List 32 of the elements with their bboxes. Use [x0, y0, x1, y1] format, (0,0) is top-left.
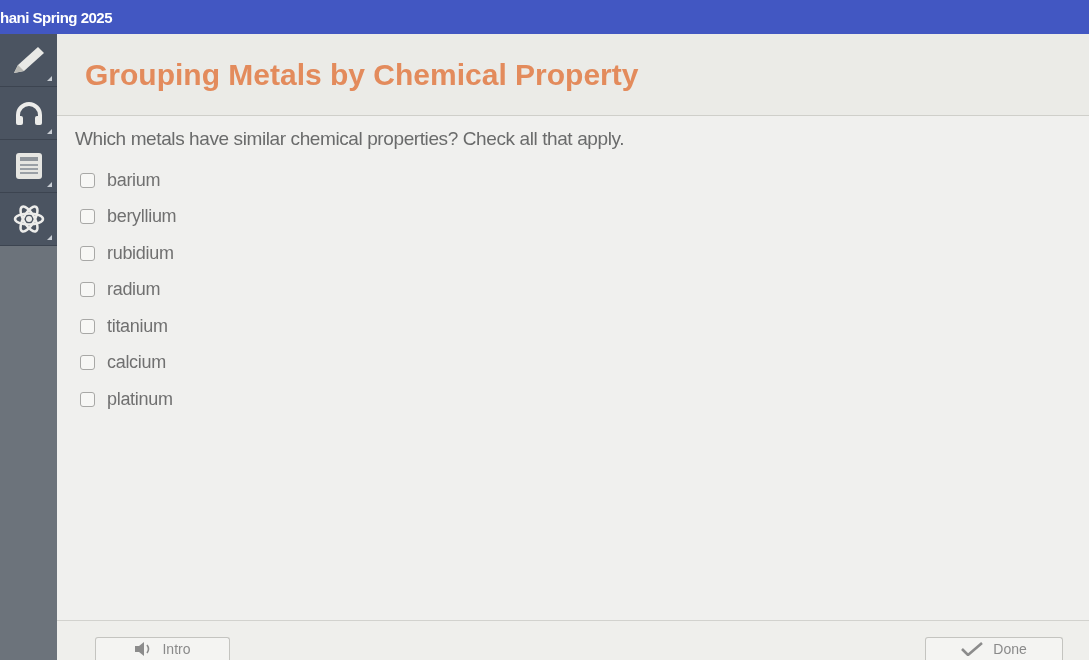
option-label: radium	[107, 278, 161, 302]
checkbox[interactable]	[80, 172, 95, 188]
checkbox[interactable]	[80, 318, 95, 334]
corner-triangle-icon	[47, 129, 52, 134]
option-label: titanium	[107, 314, 168, 338]
option-label: calcium	[107, 351, 166, 375]
corner-triangle-icon	[47, 182, 52, 187]
option-label: barium	[107, 168, 161, 192]
done-button[interactable]: Done	[925, 637, 1063, 660]
option-label: rubidium	[107, 241, 174, 265]
intro-button[interactable]: Intro	[95, 637, 230, 660]
course-title: hani Spring 2025	[0, 9, 113, 25]
check-icon	[961, 642, 984, 656]
headphones-tool-button[interactable]	[0, 87, 57, 140]
headphones-icon	[13, 101, 44, 125]
checkbox[interactable]	[80, 282, 95, 298]
atom-tool-button[interactable]	[0, 193, 57, 246]
checkbox[interactable]	[80, 355, 95, 371]
atom-icon	[12, 203, 45, 235]
checkbox[interactable]	[80, 391, 95, 407]
checkbox[interactable]	[80, 209, 95, 225]
option-label: beryllium	[107, 205, 177, 229]
pencil-icon	[11, 45, 46, 75]
question-text: Which metals have similar chemical properties? Check all that apply.	[75, 128, 626, 150]
checkbox[interactable]	[80, 245, 95, 261]
corner-triangle-icon	[47, 235, 52, 240]
activity-title: Grouping Metals by Chemical Property	[85, 59, 639, 90]
corner-triangle-icon	[47, 76, 52, 81]
pencil-tool-button[interactable]	[0, 34, 57, 87]
calculator-tool-button[interactable]	[0, 140, 57, 193]
option-label: platinum	[107, 387, 173, 411]
calculator-icon	[14, 152, 43, 180]
